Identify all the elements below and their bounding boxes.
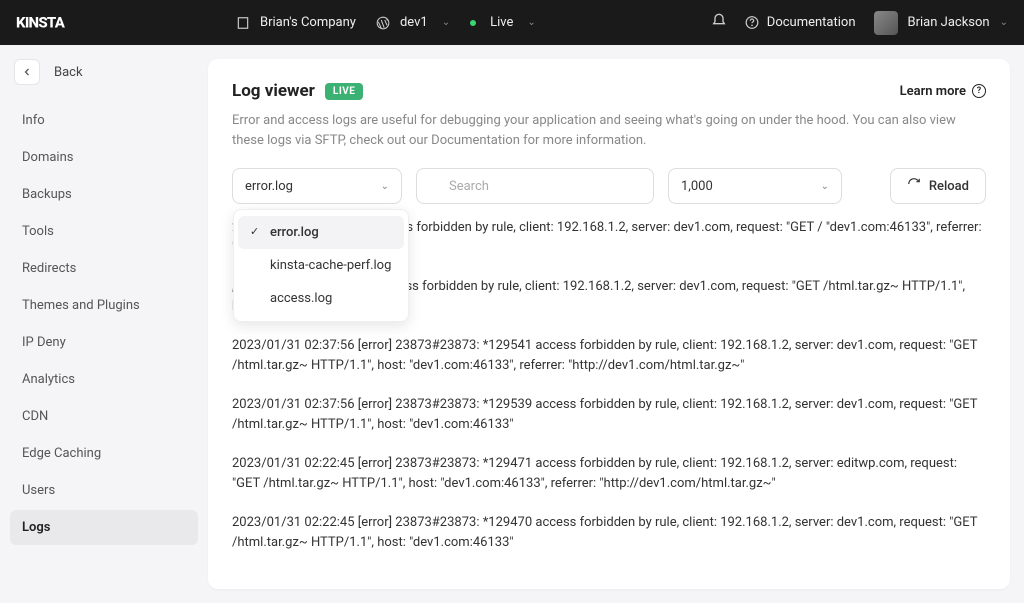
sidebar-item-tools[interactable]: Tools <box>10 214 198 249</box>
documentation-label: Documentation <box>767 15 856 30</box>
count-value: 1,000 <box>681 179 713 194</box>
kinsta-logo[interactable]: KINSTA <box>16 13 106 33</box>
chevron-down-icon: ⌄ <box>381 181 389 192</box>
log-entry: 2023/01/31 02:22:45 [error] 23873#23873:… <box>232 513 986 552</box>
documentation-link[interactable]: Documentation <box>745 15 856 30</box>
sidebar-item-backups[interactable]: Backups <box>10 177 198 212</box>
site-name: dev1 <box>400 15 428 30</box>
sidebar-item-analytics[interactable]: Analytics <box>10 362 198 397</box>
page-description: Error and access logs are useful for deb… <box>232 111 986 150</box>
log-file-option[interactable]: access.log <box>238 282 404 315</box>
sidebar-item-ip-deny[interactable]: IP Deny <box>10 325 198 360</box>
help-icon <box>745 16 759 30</box>
svg-text:KINSTA: KINSTA <box>16 13 66 31</box>
back-button[interactable] <box>14 59 40 85</box>
chevron-down-icon: ⌄ <box>821 181 829 192</box>
company-selector[interactable]: Brian's Company <box>226 15 366 30</box>
log-entry: 2023/01/31 02:22:45 [error] 23873#23873:… <box>232 454 986 493</box>
log-file-option[interactable]: error.log <box>238 216 404 249</box>
user-menu[interactable]: Brian Jackson ⌄ <box>874 11 1008 35</box>
building-icon <box>236 16 250 30</box>
log-entry: 2023/01/31 02:37:56 [error] 23873#23873:… <box>232 395 986 434</box>
chevron-down-icon: ⌄ <box>527 17 535 28</box>
log-viewer-card: Log viewer LIVE Learn more ? Error and a… <box>208 59 1010 589</box>
chevron-down-icon: ⌄ <box>442 17 450 28</box>
sidebar-item-domains[interactable]: Domains <box>10 140 198 175</box>
sidebar-item-info[interactable]: Info <box>10 103 198 138</box>
company-name: Brian's Company <box>260 15 356 30</box>
sidebar-item-edge-caching[interactable]: Edge Caching <box>10 436 198 471</box>
log-file-value: error.log <box>245 179 293 194</box>
sidebar-item-users[interactable]: Users <box>10 473 198 508</box>
user-name: Brian Jackson <box>908 15 990 30</box>
reload-button[interactable]: Reload <box>890 168 986 204</box>
back-label: Back <box>54 65 83 80</box>
reload-label: Reload <box>929 179 969 194</box>
log-file-dropdown: error.logkinsta-cache-perf.logaccess.log <box>233 209 409 322</box>
site-selector[interactable]: dev1 ⌄ <box>366 15 460 30</box>
page-title: Log viewer <box>232 81 315 101</box>
live-badge: LIVE <box>325 83 364 100</box>
sidebar-item-themes-and-plugins[interactable]: Themes and Plugins <box>10 288 198 323</box>
help-icon: ? <box>972 84 986 98</box>
log-file-select[interactable]: error.log ⌄ error.logkinsta-cache-perf.l… <box>232 168 402 204</box>
topbar: KINSTA Brian's Company dev1 ⌄ Live ⌄ Doc… <box>0 0 1024 45</box>
count-select[interactable]: 1,000 ⌄ <box>668 168 842 204</box>
sidebar-item-redirects[interactable]: Redirects <box>10 251 198 286</box>
reload-icon <box>907 177 921 195</box>
log-entry: 2023/01/31 02:37:56 [error] 23873#23873:… <box>232 336 986 375</box>
search-input[interactable] <box>416 168 654 204</box>
chevron-down-icon: ⌄ <box>1000 17 1008 28</box>
avatar <box>874 11 898 35</box>
sidebar-item-cdn[interactable]: CDN <box>10 399 198 434</box>
learn-more-link[interactable]: Learn more ? <box>900 84 986 99</box>
env-label: Live <box>490 15 513 30</box>
log-file-option[interactable]: kinsta-cache-perf.log <box>238 249 404 282</box>
env-selector[interactable]: Live ⌄ <box>460 15 546 30</box>
wordpress-icon <box>376 16 390 30</box>
learn-more-label: Learn more <box>900 84 966 99</box>
notifications-button[interactable] <box>711 13 727 33</box>
sidebar: Back InfoDomainsBackupsToolsRedirectsThe… <box>0 45 208 603</box>
status-dot-icon <box>470 20 476 26</box>
sidebar-item-logs[interactable]: Logs <box>10 510 198 545</box>
